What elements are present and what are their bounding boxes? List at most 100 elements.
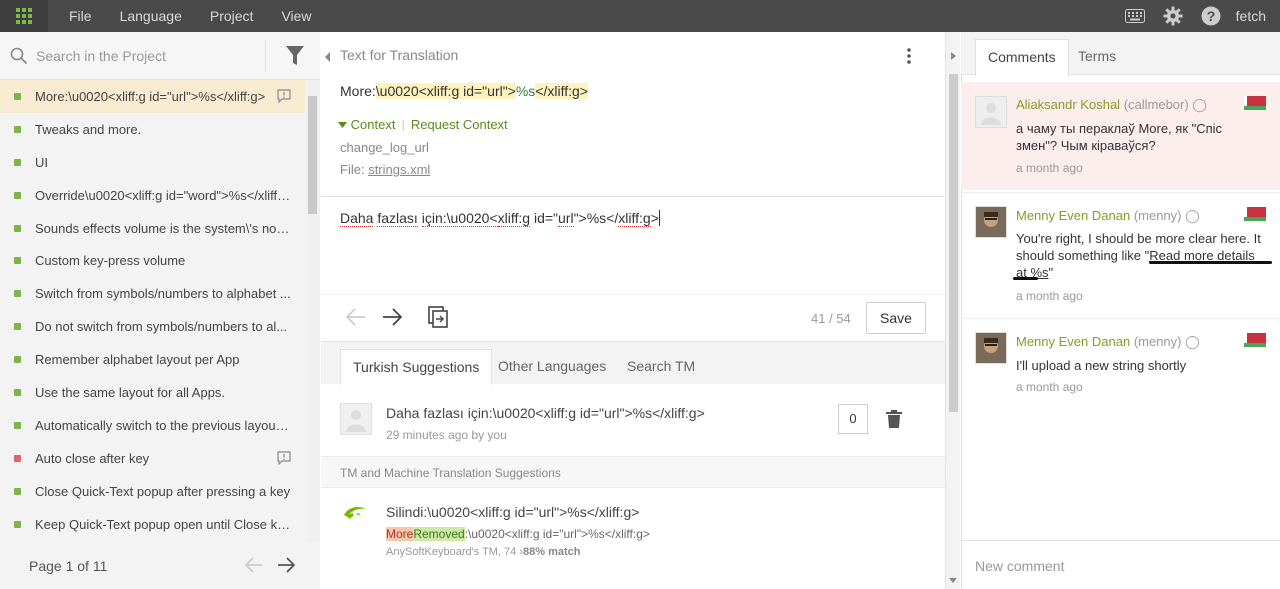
translation-token: xliff:g: [618, 210, 651, 227]
user-menu[interactable]: fetch: [1230, 8, 1280, 24]
string-text: Tweaks and more.: [35, 121, 142, 137]
status-dot: [14, 356, 21, 364]
menu-file[interactable]: File: [55, 0, 106, 32]
next-string-icon[interactable]: [382, 308, 403, 329]
placeholder-highlight: %s: [515, 83, 536, 99]
filter-icon[interactable]: [286, 46, 304, 69]
string-list-item[interactable]: Automatically switch to the previous lay…: [0, 409, 305, 442]
avatar: [975, 332, 1007, 364]
file-info: File: strings.xml: [340, 162, 431, 177]
menu-language[interactable]: Language: [106, 0, 196, 32]
string-list-item[interactable]: Close Quick-Text popup after pressing a …: [0, 475, 305, 508]
translation-token: url: [558, 210, 574, 227]
string-list-item[interactable]: Use the same layout for all Apps.: [0, 376, 305, 409]
verified-icon: ◯: [1192, 97, 1207, 112]
status-dot: [14, 454, 21, 462]
tab-other-languages[interactable]: Other Languages: [486, 349, 618, 385]
comment-author[interactable]: Aliaksandr Koshal (callmebor) ◯: [1016, 97, 1207, 113]
string-list-item[interactable]: More:\u0020<xliff:g id="url">%s</xliff:g…: [0, 80, 305, 113]
keyboard-icon[interactable]: [1116, 0, 1154, 32]
comment: Aliaksandr Koshal (callmebor) ◯ а чаму т…: [961, 82, 1280, 190]
status-dot: [14, 191, 21, 199]
string-list-item[interactable]: UI: [0, 146, 305, 179]
scrollbar-thumb[interactable]: [308, 96, 317, 214]
save-button[interactable]: Save: [866, 302, 926, 334]
string-list-item[interactable]: Keep Quick-Text popup open until Close k…: [0, 508, 305, 541]
prev-string-icon[interactable]: [345, 308, 366, 329]
collapse-left-icon[interactable]: [321, 32, 334, 82]
search-input[interactable]: Search in the Project: [36, 48, 166, 64]
copy-source-icon[interactable]: [428, 306, 448, 331]
string-list-item[interactable]: Auto close after key: [0, 442, 305, 475]
comment-icon[interactable]: [277, 89, 291, 106]
divider: [321, 294, 945, 295]
context-row: Context | Request Context: [338, 117, 508, 132]
gear-icon[interactable]: [1154, 0, 1192, 32]
flag-icon: [1244, 207, 1266, 221]
string-text: Switch from symbols/numbers to alphabet …: [35, 286, 291, 302]
comment-time: a month ago: [1016, 289, 1083, 303]
avatar: [975, 206, 1007, 238]
translation-textarea[interactable]: Daha fazlası için:\u0020<xliff:g id="url…: [340, 210, 660, 227]
comment-author[interactable]: Menny Even Danan (menny) ◯: [1016, 208, 1200, 224]
help-icon[interactable]: ?: [1192, 0, 1230, 32]
comment-author[interactable]: Menny Even Danan (menny) ◯: [1016, 334, 1200, 350]
status-dot: [14, 158, 21, 166]
tm-diff: MoreRemoved:\u0020<xliff:g id="url">%s</…: [386, 527, 650, 541]
context-toggle[interactable]: Context: [338, 117, 395, 132]
tab-search-tm[interactable]: Search TM: [615, 349, 707, 385]
string-key: change_log_url: [340, 140, 429, 155]
tab-terms[interactable]: Terms: [1066, 39, 1128, 76]
tab-turkish-suggestions[interactable]: Turkish Suggestions: [340, 349, 493, 385]
suggestion-text[interactable]: Daha fazlası için:\u0020<xliff:g id="url…: [386, 405, 705, 421]
scrollbar-thumb[interactable]: [949, 74, 958, 412]
prev-page-icon[interactable]: [244, 557, 263, 576]
status-dot: [14, 257, 21, 265]
source-header: Text for Translation: [340, 47, 459, 63]
more-options-icon[interactable]: [906, 48, 912, 67]
search-bar: Search in the Project: [0, 32, 320, 80]
text-caret: [658, 210, 660, 226]
editor-scrollbar[interactable]: [945, 32, 960, 589]
comment-icon[interactable]: [277, 451, 291, 468]
tm-suggestion-text[interactable]: Silindi:\u0020<xliff:g id="url">%s</xlif…: [386, 504, 639, 520]
file-link[interactable]: strings.xml: [368, 162, 430, 177]
string-list-item[interactable]: Tweaks and more.: [0, 113, 305, 146]
new-comment-input[interactable]: New comment: [961, 540, 1280, 589]
translation-token: için:\u0020<: [421, 210, 498, 227]
strings-scrollbar[interactable]: [306, 80, 320, 542]
diff-inserted: Removed: [413, 527, 465, 541]
request-context-link[interactable]: Request Context: [411, 117, 508, 132]
menu-view[interactable]: View: [267, 0, 325, 32]
translation-token: xliff:g: [497, 210, 531, 227]
apps-grid-icon[interactable]: [0, 0, 48, 32]
status-dot: [14, 487, 21, 495]
trash-icon[interactable]: [886, 410, 902, 431]
comment-body: а чаму ты пераклаў More, як "Спіс змен"?…: [1016, 121, 1223, 153]
suggestions-tabs: Turkish Suggestions Other Languages Sear…: [321, 341, 945, 385]
vote-count[interactable]: 0: [838, 404, 868, 434]
status-dot: [14, 224, 21, 232]
comment: Menny Even Danan (menny) ◯ I'll upload a…: [961, 318, 1280, 398]
string-text: Keep Quick-Text popup open until Close k…: [35, 516, 291, 532]
string-list-item[interactable]: Remember alphabet layout per App: [0, 343, 305, 376]
string-text: Override\u0020<xliff:g id="word">%s</xli…: [35, 187, 291, 203]
next-page-icon[interactable]: [277, 557, 296, 576]
menu-project[interactable]: Project: [196, 0, 268, 32]
string-list-item[interactable]: Sounds effects volume is the system\'s n…: [0, 212, 305, 245]
diff-deleted: More: [386, 527, 414, 541]
tag-close-highlight: </xliff:g>: [535, 83, 588, 99]
string-list-item[interactable]: Custom key-press volume: [0, 244, 305, 277]
comment-body: You're right, I should be more clear her…: [1016, 231, 1261, 280]
string-list-item[interactable]: Do not switch from symbols/numbers to al…: [0, 310, 305, 343]
translation-token: fazlası: [377, 210, 418, 227]
tab-comments[interactable]: Comments: [975, 39, 1069, 76]
strings-list: More:\u0020<xliff:g id="url">%s</xliff:g…: [0, 80, 305, 542]
string-list-item[interactable]: Switch from symbols/numbers to alphabet …: [0, 277, 305, 310]
search-separator: [265, 40, 266, 72]
verified-icon: ◯: [1185, 208, 1200, 223]
comment-body: I'll upload a new string shortly: [1016, 358, 1187, 373]
avatar: [340, 403, 372, 435]
string-list-item[interactable]: Override\u0020<xliff:g id="word">%s</xli…: [0, 179, 305, 212]
tm-section-header: TM and Machine Translation Suggestions: [321, 456, 945, 488]
